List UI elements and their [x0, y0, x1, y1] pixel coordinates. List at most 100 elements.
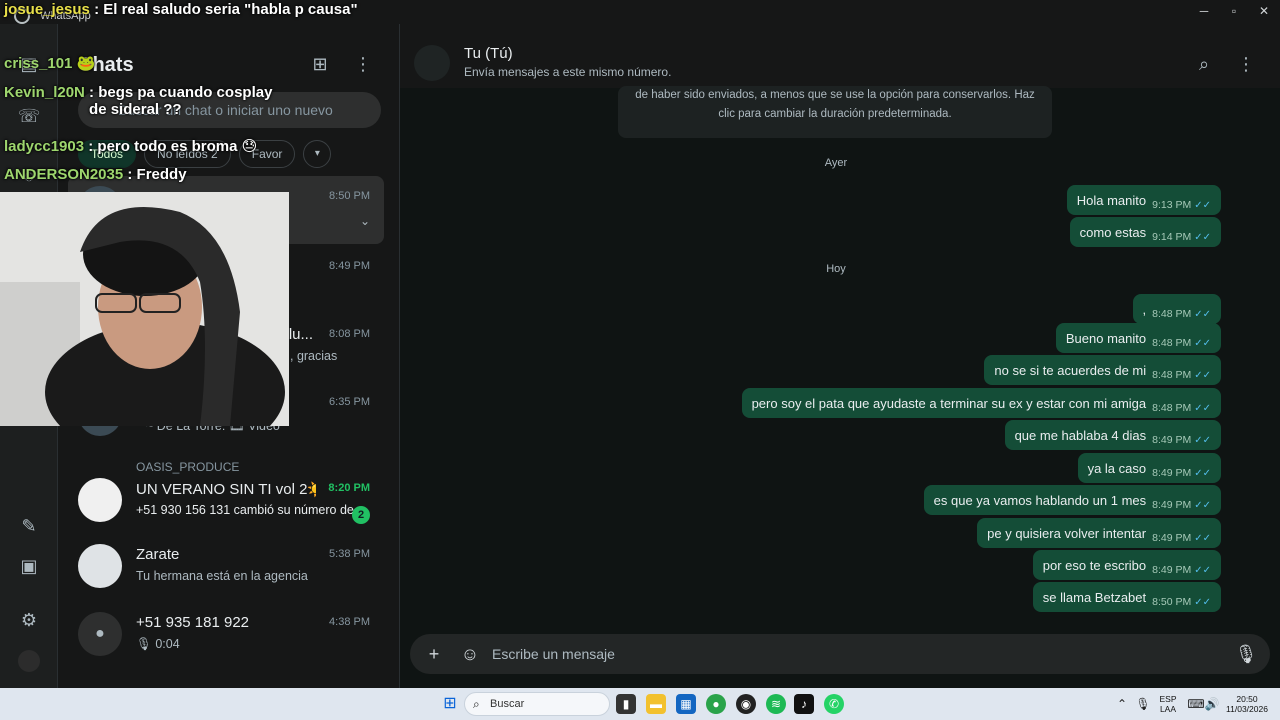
menu-icon[interactable]: ⋮	[1234, 52, 1258, 76]
file-explorer-icon[interactable]: ▬	[646, 694, 666, 714]
chat-item[interactable]: Zarate Tu hermana está en la agencia 5:3…	[68, 534, 384, 602]
message-text: se llama Betzabet	[1042, 589, 1147, 605]
volume-icon[interactable]: 🔊	[1202, 694, 1222, 714]
stream-chat-message: criss_101 🐸	[4, 54, 95, 72]
message-text: por eso te escribo	[1042, 557, 1147, 573]
clock-date: 11/03/2026	[1226, 704, 1268, 714]
microphone-icon[interactable]: 🎙	[1234, 642, 1258, 666]
read-ticks-icon: ✓✓	[1194, 596, 1211, 608]
sticker-icon[interactable]: ☺	[458, 642, 482, 666]
read-ticks-icon: ✓✓	[1194, 467, 1211, 479]
message-text: ya la caso	[1087, 460, 1147, 476]
stream-chat-user: criss_101	[4, 55, 73, 72]
taskbar-search[interactable]: ⌕ Buscar	[464, 692, 610, 716]
chat-time: 8:08 PM	[329, 328, 370, 340]
read-ticks-icon: ✓✓	[1194, 564, 1211, 576]
message-text: Hola manito	[1076, 192, 1147, 208]
chevron-down-icon[interactable]: ⌄	[360, 214, 370, 228]
tiktok-icon[interactable]: ♪	[794, 694, 814, 714]
minimize-icon[interactable]: ─	[1188, 2, 1220, 20]
read-ticks-icon: ✓✓	[1194, 369, 1211, 381]
message-time: 8:49 PM	[1152, 499, 1192, 511]
message-bubble[interactable]: es que ya vamos hablando un 1 mes 8:49 P…	[923, 485, 1221, 515]
chevron-up-icon[interactable]: ⌃	[1112, 694, 1132, 714]
search-icon[interactable]: ⌕	[1192, 52, 1216, 76]
plus-icon[interactable]: +	[422, 642, 446, 666]
message-bubble[interactable]: Hola manito 9:13 PM ✓✓	[1066, 185, 1221, 215]
message-time: 8:48 PM	[1152, 337, 1192, 349]
language-top: ESP	[1159, 694, 1177, 704]
message-bubble[interactable]: Bueno manito 8:48 PM ✓✓	[1055, 323, 1221, 353]
message-input[interactable]: Escribe un mensaje	[492, 646, 615, 662]
obs-icon[interactable]: ◉	[736, 694, 756, 714]
read-ticks-icon: ✓✓	[1194, 337, 1211, 349]
message-time: 8:49 PM	[1152, 564, 1192, 576]
message-time: 8:49 PM	[1152, 467, 1192, 479]
message-time: 8:48 PM	[1152, 308, 1192, 320]
message-time: 8:48 PM	[1152, 402, 1192, 414]
language-bottom: LAA	[1159, 704, 1177, 714]
contact-avatar[interactable]	[414, 45, 450, 81]
chat-preview: , gracias	[290, 349, 338, 363]
message-time: 9:14 PM	[1152, 231, 1192, 243]
stream-chat-text: : Freddy	[127, 166, 187, 183]
message-text: es que ya vamos hablando un 1 mes	[933, 492, 1147, 508]
read-ticks-icon: ✓✓	[1194, 231, 1211, 243]
message-time: 8:50 PM	[1152, 596, 1192, 608]
chat-time: 8:50 PM	[329, 190, 370, 202]
message-composer[interactable]: + ☺ Escribe un mensaje 🎙	[410, 634, 1270, 674]
chevron-down-icon[interactable]: ▾	[303, 140, 332, 168]
message-bubble[interactable]: pe y quisiera volver intentar 8:49 PM ✓✓	[977, 518, 1221, 548]
language-indicator[interactable]: ESP LAA	[1156, 694, 1180, 714]
maximize-icon[interactable]: ▫	[1218, 2, 1250, 20]
conversation-header[interactable]: Tu (Tú) Envía mensajes a este mismo núme…	[400, 24, 1280, 88]
chat-item[interactable]: OASIS_PRODUCE UN VERANO SIN TI vol 2☀️🏝 …	[68, 460, 384, 536]
chat-org-label: OASIS_PRODUCE	[136, 460, 240, 474]
read-ticks-icon: ✓✓	[1194, 308, 1211, 320]
clock[interactable]: 20:50 11/03/2026	[1222, 694, 1272, 714]
search-icon: ⌕	[473, 697, 480, 711]
stream-chat-message: Kevin_l20N : begs pa cuando cosplay de s…	[4, 84, 294, 118]
message-bubble[interactable]: pero soy el pata que ayudaste a terminar…	[741, 388, 1221, 418]
chat-name: +51 935 181 922	[136, 614, 250, 631]
message-bubble[interactable]: no se si te acuerdes de mi 8:48 PM ✓✓	[984, 355, 1221, 385]
chrome-icon[interactable]: ●	[706, 694, 726, 714]
chat-preview: 🎙 0:04	[136, 637, 180, 651]
message-bubble[interactable]: ya la caso 8:49 PM ✓✓	[1077, 453, 1221, 483]
chat-name: UN VERANO SIN TI vol 2☀️🏝	[136, 481, 316, 498]
media-icon[interactable]: ▣	[17, 554, 41, 578]
chat-item[interactable]: ● +51 935 181 922 🎙 0:04 4:38 PM	[68, 602, 384, 670]
task-view-icon[interactable]: ▮	[616, 694, 636, 714]
ai-edit-icon[interactable]: ✎	[17, 514, 41, 538]
person-icon: ●	[78, 612, 122, 656]
message-bubble[interactable]: se llama Betzabet 8:50 PM ✓✓	[1032, 582, 1221, 612]
message-bubble[interactable]: como estas 9:14 PM ✓✓	[1069, 217, 1221, 247]
message-time: 9:13 PM	[1152, 199, 1192, 211]
stream-chat-message: ANDERSON2035 : Freddy	[4, 166, 187, 183]
menu-icon[interactable]: ⋮	[351, 52, 375, 76]
chat-time: 5:38 PM	[329, 548, 370, 560]
new-chat-icon[interactable]: ⊞	[308, 52, 332, 76]
stream-chat-text: : pero todo es broma 😓	[88, 138, 258, 155]
disappearing-messages-notice[interactable]: de haber sido enviados, a menos que se u…	[618, 86, 1052, 138]
chat-time: 8:20 PM	[328, 482, 370, 494]
spotify-icon[interactable]: ≋	[766, 694, 786, 714]
windows-start-icon[interactable]: ⊞	[440, 694, 460, 714]
profile-avatar[interactable]	[18, 650, 40, 672]
message-bubble[interactable]: por eso te escribo 8:49 PM ✓✓	[1032, 550, 1221, 580]
settings-icon[interactable]: ⚙	[17, 608, 41, 632]
message-bubble[interactable]: , 8:48 PM ✓✓	[1132, 294, 1221, 324]
contact-name: Tu (Tú)	[464, 45, 513, 62]
message-text: Bueno manito	[1065, 330, 1147, 346]
whatsapp-icon[interactable]: ✆	[824, 694, 844, 714]
message-bubble[interactable]: que me hablaba 4 dias 8:49 PM ✓✓	[1004, 420, 1221, 450]
chat-name: Zarate	[136, 546, 180, 563]
close-icon[interactable]: ✕	[1248, 2, 1280, 20]
read-ticks-icon: ✓✓	[1194, 499, 1211, 511]
message-time: 8:49 PM	[1152, 434, 1192, 446]
read-ticks-icon: ✓✓	[1194, 199, 1211, 211]
store-icon[interactable]: ▦	[676, 694, 696, 714]
chat-avatar	[78, 544, 122, 588]
stream-chat-user: ANDERSON2035	[4, 166, 124, 183]
microphone-icon[interactable]: 🎙	[1133, 694, 1153, 714]
